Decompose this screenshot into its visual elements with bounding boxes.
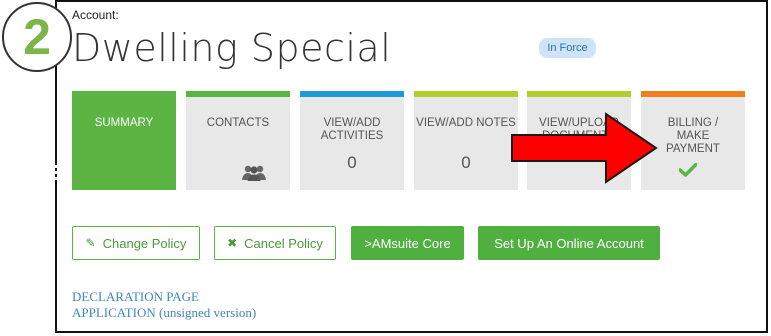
red-arrow-annotation (511, 112, 658, 184)
pencil-icon: ✎ (85, 236, 96, 250)
account-label: Account: (72, 8, 119, 22)
tile-label: SUMMARY (94, 117, 154, 129)
tab-summary[interactable]: SUMMARY (72, 91, 176, 190)
change-policy-button[interactable]: ✎ Change Policy (72, 226, 200, 260)
tile-label: VIEW/ADD NOTES (416, 117, 516, 129)
cancel-policy-button[interactable]: ✖ Cancel Policy (214, 226, 336, 260)
hamburger-icon (43, 165, 60, 183)
cancel-policy-label: Cancel Policy (244, 235, 323, 251)
tile-accent-bar (72, 91, 176, 97)
step-number-badge: 2 (2, 2, 72, 72)
close-icon: ✖ (227, 236, 238, 250)
tab-contacts[interactable]: CONTACTS (186, 91, 290, 190)
page-title: Dwelling Special (72, 26, 392, 70)
amsuite-core-button[interactable]: >AMsuite Core (351, 226, 464, 260)
tile-accent-bar (300, 91, 404, 97)
tile-accent-bar (186, 91, 290, 97)
tab-activities[interactable]: VIEW/ADD ACTIVITIES 0 (300, 91, 404, 190)
change-policy-label: Change Policy (102, 235, 187, 251)
step-number: 2 (23, 9, 51, 65)
tile-accent-bar (414, 91, 518, 97)
online-account-label: Set Up An Online Account (494, 235, 644, 251)
notes-count: 0 (461, 153, 471, 172)
online-account-button[interactable]: Set Up An Online Account (478, 226, 660, 260)
tile-label: VIEW/ADD ACTIVITIES (320, 117, 384, 142)
application-link[interactable]: APPLICATION (unsigned version) (72, 305, 256, 321)
amsuite-core-label: >AMsuite Core (364, 235, 451, 251)
activities-count: 0 (347, 153, 357, 172)
tab-notes[interactable]: VIEW/ADD NOTES 0 (414, 91, 518, 190)
status-badge: In Force (539, 38, 596, 58)
tile-accent-bar (527, 91, 631, 97)
users-icon (242, 165, 266, 181)
check-icon (679, 163, 697, 177)
declaration-page-link[interactable]: DECLARATION PAGE (72, 289, 199, 305)
tile-accent-bar (641, 91, 745, 97)
tile-label: CONTACTS (206, 117, 270, 129)
